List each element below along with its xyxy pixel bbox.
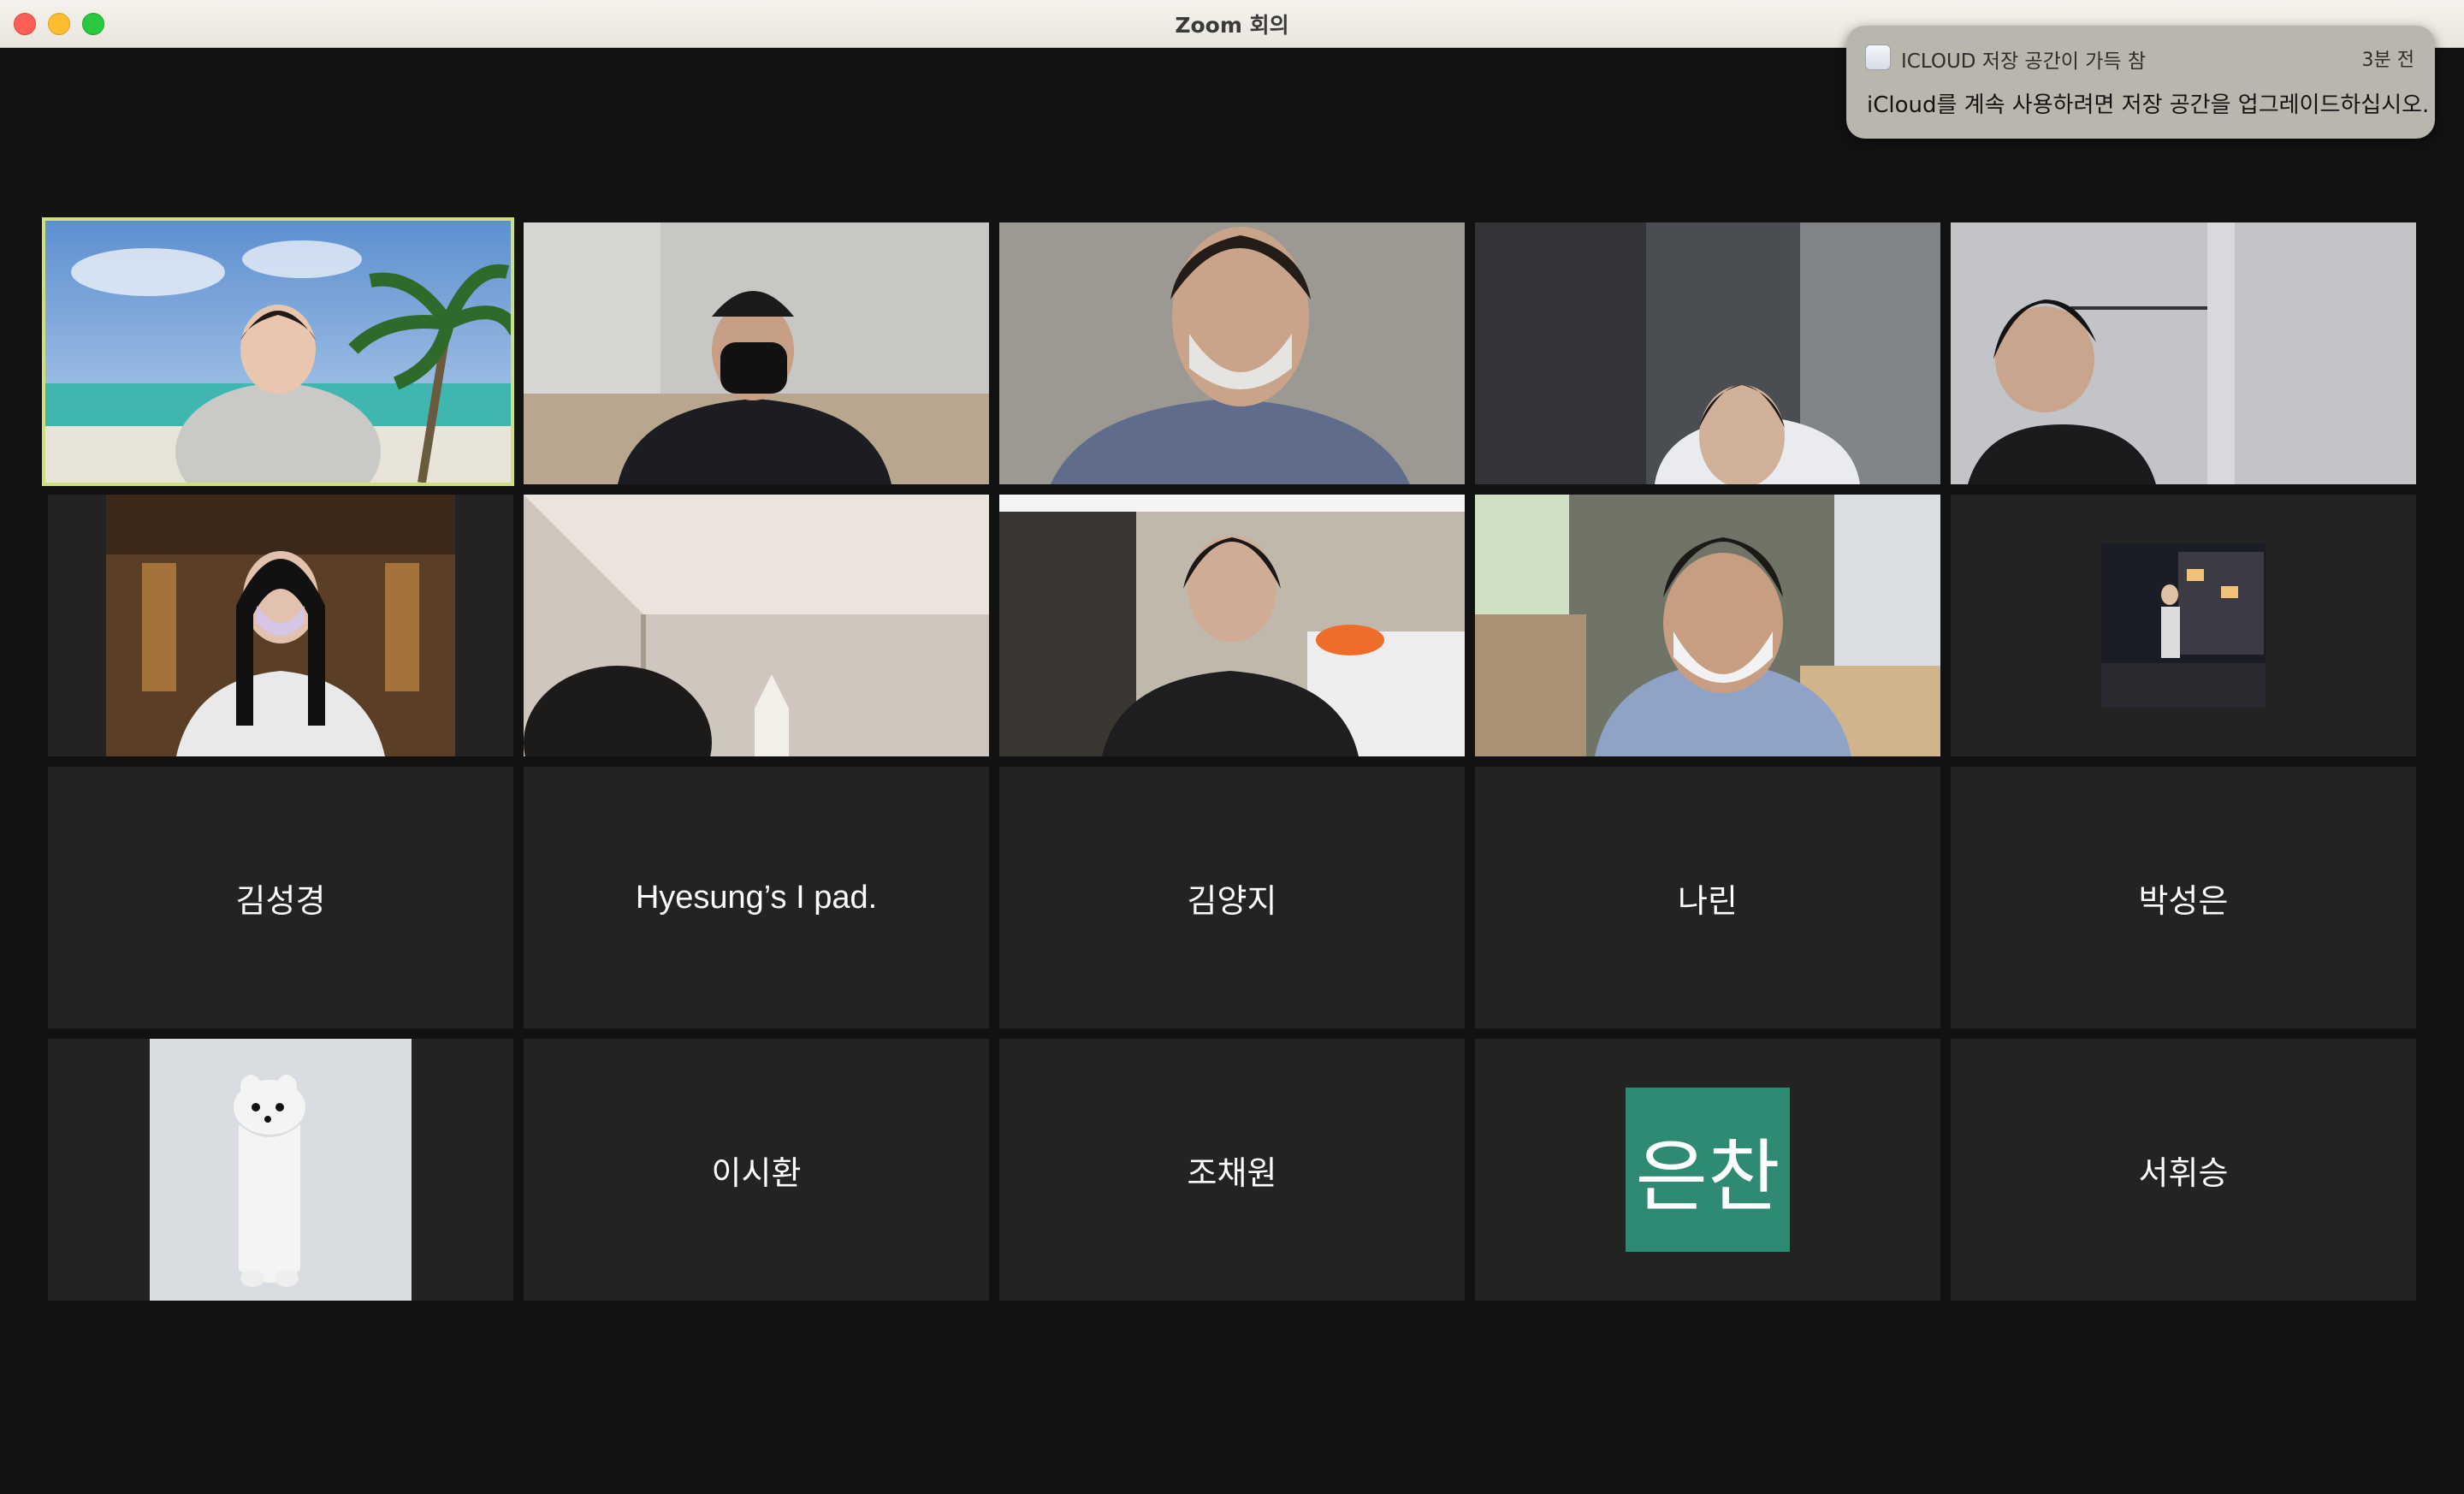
participant-avatar: 은찬 (1626, 1088, 1790, 1252)
participant-video-feed (524, 222, 989, 484)
icloud-notification[interactable]: ICLOUD 저장 공간이 가득 참 3분 전 iCloud를 계속 사용하려면… (1846, 26, 2435, 139)
participant-name-tile[interactable]: 서휘승 (1951, 1039, 2416, 1301)
participant-video-feed (1475, 495, 1940, 756)
participant-video-tile[interactable] (999, 222, 1465, 484)
participant-name: 조채원 (1187, 1155, 1277, 1192)
notification-body: iCloud를 계속 사용하려면 저장 공간을 업그레이드하십시오. (1867, 92, 2430, 118)
participant-video-tile[interactable] (524, 495, 989, 756)
participant-video-tile[interactable] (999, 495, 1465, 756)
participant-name-tile[interactable]: 김성경 (48, 767, 513, 1029)
participant-video-tile[interactable] (1951, 222, 2416, 484)
participant-video-feed (1951, 222, 2416, 484)
participant-profile-tile[interactable] (1951, 495, 2416, 756)
participant-name-tile[interactable]: 박성은 (1951, 767, 2416, 1029)
participant-video-feed (999, 495, 1465, 756)
participant-profile-tile[interactable] (48, 1039, 513, 1301)
participant-name-tile[interactable]: 조채원 (999, 1039, 1465, 1301)
profile-photo (2101, 543, 2266, 708)
icloud-app-icon (1865, 44, 1891, 70)
participant-name: 박성은 (2138, 883, 2229, 920)
participant-name-tile[interactable]: 이시환 (524, 1039, 989, 1301)
participant-video-tile[interactable] (1475, 222, 1940, 484)
participant-video-feed (524, 495, 989, 756)
participant-video-feed (1475, 222, 1940, 484)
participant-name: 김양지 (1187, 883, 1277, 920)
participant-name-tile[interactable]: Hyesung’s I pad. (524, 767, 989, 1029)
participant-video-feed (999, 222, 1465, 484)
participant-name-tile[interactable]: 김양지 (999, 767, 1465, 1029)
participant-video-tile[interactable] (48, 495, 513, 756)
participant-video-tile[interactable] (1475, 495, 1940, 756)
participant-name-tile[interactable]: 나린 (1475, 767, 1940, 1029)
participant-name: Hyesung’s I pad. (635, 879, 878, 916)
notification-time: 3분 전 (2361, 50, 2414, 71)
participant-name: 김성경 (235, 883, 326, 920)
participant-name: 서휘승 (2138, 1155, 2229, 1192)
notification-title: ICLOUD 저장 공간이 가득 참 (1901, 50, 2147, 73)
participant-name: 나린 (1678, 883, 1738, 920)
participant-video-feed (48, 495, 513, 756)
beach-virtual-background (45, 221, 511, 483)
profile-photo (150, 1039, 412, 1301)
participant-video-tile[interactable] (524, 222, 989, 484)
participant-video-tile[interactable] (42, 217, 514, 486)
participant-avatar-tile[interactable]: 은찬 (1475, 1039, 1940, 1301)
participant-name: 이시환 (711, 1155, 802, 1192)
